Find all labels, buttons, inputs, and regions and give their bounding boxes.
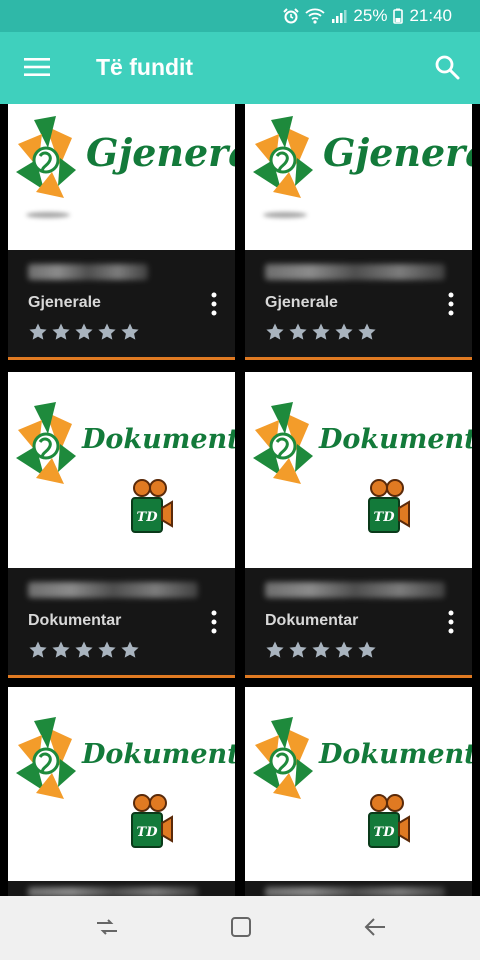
camera-icon: TD	[368, 479, 410, 533]
channel-card[interactable]: Dokumentar TD Dokumentar	[245, 372, 472, 678]
blurred-subtitle	[265, 887, 445, 896]
blurred-subtitle	[28, 582, 198, 598]
card-footer: Gjenerale	[245, 250, 472, 360]
camera-label: TD	[374, 825, 396, 840]
star-icon	[121, 323, 139, 340]
blurred-subtitle	[265, 582, 445, 598]
rating-stars	[28, 640, 140, 660]
system-nav-bar	[0, 896, 480, 960]
card-footer: Dokumentar	[8, 568, 235, 678]
channel-thumbnail: Gjenerale	[245, 104, 472, 250]
channel-thumbnail: Dokumentar TD	[8, 372, 235, 568]
blurred-subtitle	[28, 264, 148, 280]
star-icon	[29, 323, 47, 340]
star-icon	[98, 323, 116, 340]
star-icon	[335, 641, 353, 658]
battery-icon	[393, 8, 404, 24]
blurred-subtitle	[28, 887, 198, 896]
home-icon[interactable]	[228, 914, 254, 940]
channel-logo-icon	[253, 717, 313, 799]
back-icon[interactable]	[362, 914, 388, 940]
camera-label: TD	[137, 510, 159, 525]
card-title: Dokumentar	[28, 612, 122, 629]
channel-logo-icon	[253, 116, 313, 198]
status-bar: 25% 21:40	[0, 0, 480, 32]
signal-icon	[332, 10, 347, 23]
camera-label: TD	[137, 825, 159, 840]
star-icon	[266, 641, 284, 658]
channel-logo-icon	[16, 717, 76, 799]
card-footer	[245, 881, 472, 896]
more-vert-icon[interactable]	[448, 610, 454, 634]
channel-brand-text: Gjenerale	[323, 130, 472, 175]
star-icon	[312, 641, 330, 658]
channel-thumbnail: Dokumentar TD	[8, 687, 235, 881]
menu-icon[interactable]	[24, 56, 50, 78]
star-icon	[75, 323, 93, 340]
wifi-icon	[305, 8, 326, 24]
more-vert-icon[interactable]	[448, 292, 454, 316]
channel-thumbnail: Dokumentar TD	[245, 372, 472, 568]
star-icon	[289, 323, 307, 340]
star-icon	[358, 323, 376, 340]
status-right: 25% 21:40	[283, 6, 452, 26]
channel-brand-text: Gjenerale	[86, 130, 235, 175]
clock: 21:40	[409, 6, 452, 25]
search-icon[interactable]	[434, 54, 460, 80]
channel-thumbnail: Dokumentar TD	[245, 687, 472, 881]
star-icon	[52, 323, 70, 340]
logo-shadow	[263, 212, 307, 218]
star-icon	[266, 323, 284, 340]
card-title: Dokumentar	[265, 612, 359, 629]
rating-stars	[265, 640, 377, 660]
card-footer: Gjenerale	[8, 250, 235, 360]
star-icon	[98, 641, 116, 658]
camera-icon: TD	[368, 794, 410, 848]
channel-brand-text: Dokumentar	[82, 739, 235, 770]
star-icon	[121, 641, 139, 658]
channel-brand-text: Dokumentar	[319, 739, 472, 770]
channel-card[interactable]: Dokumentar TD	[245, 687, 472, 896]
more-vert-icon[interactable]	[211, 292, 217, 316]
channel-logo-icon	[16, 116, 76, 198]
star-icon	[52, 641, 70, 658]
channel-card[interactable]: Dokumentar TD	[8, 687, 235, 896]
star-icon	[75, 641, 93, 658]
star-icon	[289, 641, 307, 658]
camera-label: TD	[374, 510, 396, 525]
star-icon	[335, 323, 353, 340]
logo-shadow	[26, 212, 70, 218]
channel-logo-icon	[253, 402, 313, 484]
channel-card[interactable]: Gjenerale Gjenerale	[245, 104, 472, 360]
blurred-subtitle	[265, 264, 445, 280]
rating-stars	[28, 322, 140, 342]
star-icon	[358, 641, 376, 658]
camera-icon: TD	[131, 794, 173, 848]
card-footer	[8, 881, 235, 896]
app-bar: Të fundit	[0, 32, 480, 104]
recents-icon[interactable]	[94, 914, 120, 940]
card-title: Gjenerale	[265, 294, 338, 311]
page-title: Të fundit	[96, 54, 194, 80]
battery-percent: 25%	[353, 6, 388, 25]
camera-icon: TD	[131, 479, 173, 533]
card-title: Gjenerale	[28, 294, 101, 311]
star-icon	[29, 641, 47, 658]
channel-grid: Gjenerale Gjenerale	[0, 104, 480, 896]
more-vert-icon[interactable]	[211, 610, 217, 634]
channel-brand-text: Dokumentar	[319, 424, 472, 455]
rating-stars	[265, 322, 377, 342]
card-footer: Dokumentar	[245, 568, 472, 678]
channel-thumbnail: Gjenerale	[8, 104, 235, 250]
channel-brand-text: Dokumentar	[82, 424, 235, 455]
channel-logo-icon	[16, 402, 76, 484]
channel-card[interactable]: Gjenerale Gjenerale	[8, 104, 235, 360]
star-icon	[312, 323, 330, 340]
alarm-icon	[283, 8, 300, 24]
channel-card[interactable]: Dokumentar TD Dokumentar	[8, 372, 235, 678]
